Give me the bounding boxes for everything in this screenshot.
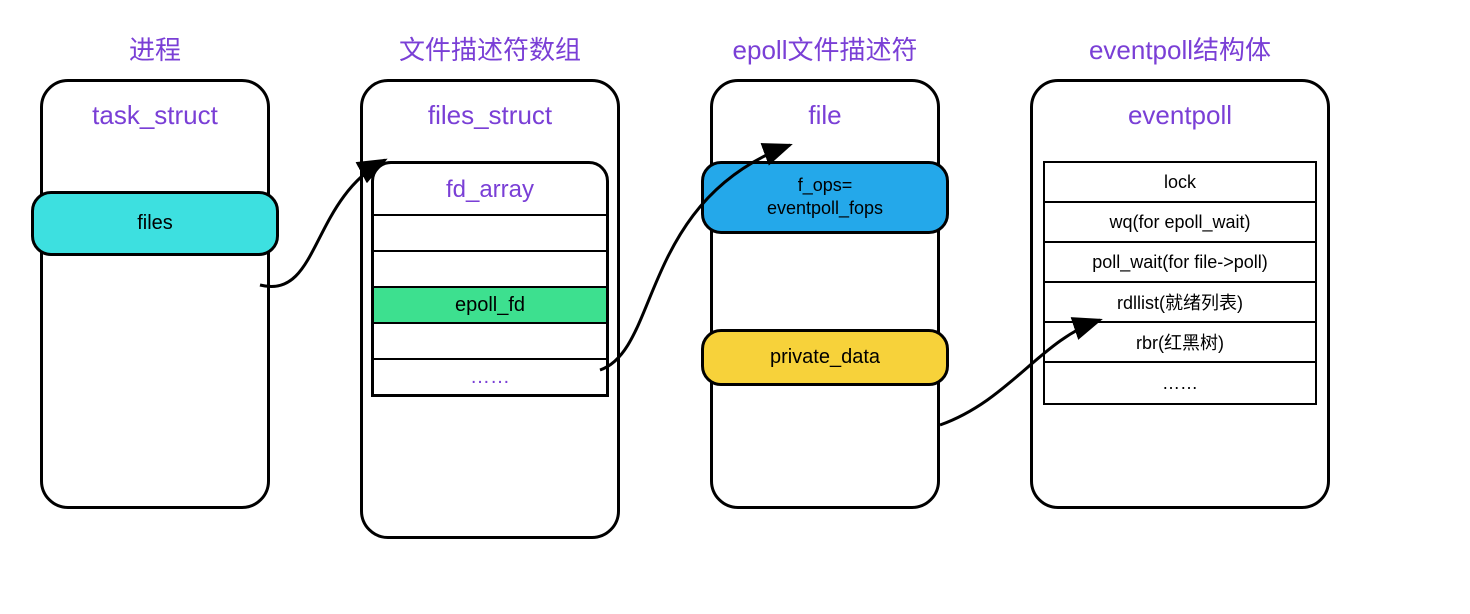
fd-array-box: fd_array epoll_fd …… <box>371 161 609 397</box>
eventpoll-struct-box: eventpoll lock wq(for epoll_wait) poll_w… <box>1030 79 1330 509</box>
private-data-field: private_data <box>701 329 949 386</box>
col-file: epoll文件描述符 file f_ops= eventpoll_fops pr… <box>710 30 940 509</box>
col1-title: 进程 <box>129 30 181 67</box>
task-struct-name: task_struct <box>43 100 267 131</box>
eventpoll-struct-name: eventpoll <box>1033 100 1327 131</box>
col4-title: eventpoll结构体 <box>1089 30 1271 67</box>
fops-field: f_ops= eventpoll_fops <box>701 161 949 234</box>
files-field: files <box>31 191 279 256</box>
files-struct-box: files_struct fd_array epoll_fd …… <box>360 79 620 539</box>
files-struct-name: files_struct <box>363 100 617 131</box>
eventpoll-table: lock wq(for epoll_wait) poll_wait(for fi… <box>1043 161 1317 405</box>
col2-title: 文件描述符数组 <box>399 30 581 67</box>
fd-row <box>374 214 606 250</box>
fd-row-ellipsis: …… <box>374 358 606 394</box>
eventpoll-row: lock <box>1045 163 1315 203</box>
fd-row <box>374 322 606 358</box>
eventpoll-row-ellipsis: …… <box>1045 363 1315 403</box>
fd-array-title: fd_array <box>374 164 606 214</box>
col3-title: epoll文件描述符 <box>733 30 918 67</box>
eventpoll-row: rdllist(就绪列表) <box>1045 283 1315 323</box>
file-struct-name: file <box>713 100 937 131</box>
diagram-root: 进程 task_struct files 文件描述符数组 files_struc… <box>40 30 1430 539</box>
eventpoll-row: wq(for epoll_wait) <box>1045 203 1315 243</box>
task-struct-box: task_struct files <box>40 79 270 509</box>
file-struct-box: file f_ops= eventpoll_fops private_data <box>710 79 940 509</box>
eventpoll-row: rbr(红黑树) <box>1045 323 1315 363</box>
fd-row <box>374 250 606 286</box>
eventpoll-row: poll_wait(for file->poll) <box>1045 243 1315 283</box>
col-process: 进程 task_struct files <box>40 30 270 509</box>
col-fd-array: 文件描述符数组 files_struct fd_array epoll_fd …… <box>360 30 620 539</box>
col-eventpoll: eventpoll结构体 eventpoll lock wq(for epoll… <box>1030 30 1330 509</box>
fd-row-epoll: epoll_fd <box>374 286 606 322</box>
